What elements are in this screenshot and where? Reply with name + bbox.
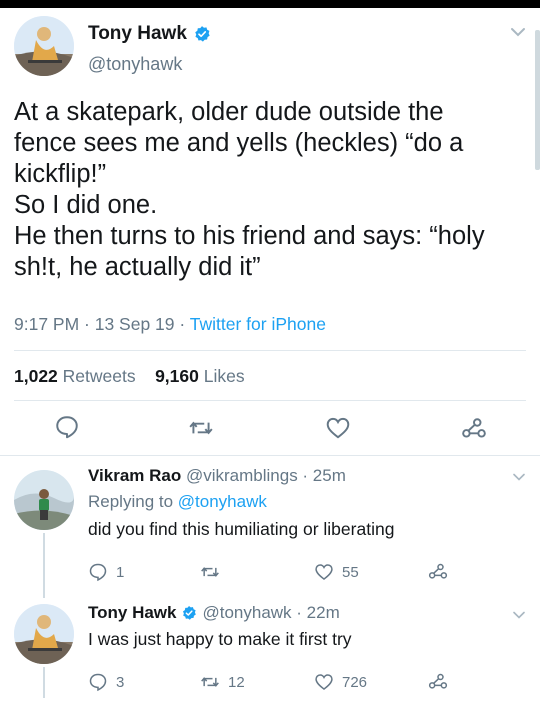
- reply-author-handle[interactable]: @tonyhawk · 22m: [202, 603, 339, 623]
- reply-icon: [89, 673, 107, 692]
- retweets-label: Retweets: [62, 366, 136, 386]
- author-name[interactable]: Tony Hawk: [88, 23, 211, 45]
- chevron-down-icon[interactable]: [512, 472, 526, 482]
- replying-to: Replying to @tonyhawk: [88, 492, 267, 512]
- share-icon[interactable]: [461, 416, 487, 442]
- thread-line: [43, 667, 45, 698]
- tweet-text-line: So I did one.: [14, 191, 158, 219]
- reply-action[interactable]: 3: [88, 672, 124, 692]
- reply-count: 3: [116, 673, 125, 691]
- tweet-source-link[interactable]: Twitter for iPhone: [190, 314, 326, 334]
- chevron-down-icon[interactable]: [510, 26, 526, 38]
- avatar[interactable]: [14, 470, 74, 530]
- share-action[interactable]: [428, 672, 456, 692]
- reply-icon[interactable]: [54, 414, 80, 440]
- verified-badge-icon: [183, 606, 197, 620]
- like-action[interactable]: 55: [314, 562, 359, 582]
- retweet-count: 12: [228, 673, 245, 691]
- divider: [14, 350, 526, 351]
- reply-count: 1: [116, 563, 125, 581]
- likes-count: 9,160: [155, 366, 199, 386]
- chevron-down-icon[interactable]: [512, 610, 526, 620]
- replying-prefix: Replying to: [88, 492, 178, 511]
- share-action[interactable]: [428, 562, 456, 582]
- like-action[interactable]: 726: [314, 672, 367, 692]
- reply-author-name[interactable]: Vikram Rao: [88, 466, 181, 485]
- tweet-text-line: At a skatepark, older dude outside the: [14, 98, 444, 126]
- retweet-action[interactable]: [200, 562, 228, 582]
- likes-label: Likes: [203, 366, 245, 386]
- retweets-stat[interactable]: 1,022 Retweets: [14, 366, 136, 386]
- retweet-icon: [201, 567, 219, 577]
- tweet-text: At a skatepark, older dude outside the f…: [14, 97, 529, 283]
- share-icon: [428, 673, 448, 689]
- reply-header: Tony Hawk @tonyhawk · 22m: [88, 603, 340, 623]
- retweet-icon: [201, 677, 219, 687]
- author-handle[interactable]: @tonyhawk: [88, 54, 182, 75]
- share-icon: [428, 563, 448, 579]
- reply-author-handle[interactable]: @vikramblings · 25m: [186, 466, 346, 485]
- avatar-image: [14, 604, 74, 664]
- divider: [0, 455, 540, 456]
- divider: [14, 400, 526, 401]
- likes-stat[interactable]: 9,160 Likes: [155, 366, 245, 386]
- reply-action[interactable]: 1: [88, 562, 124, 582]
- heart-icon[interactable]: [325, 415, 351, 441]
- avatar-image: [14, 16, 74, 76]
- thread-line: [43, 533, 45, 598]
- author-name-text[interactable]: Tony Hawk: [88, 23, 187, 45]
- verified-badge-icon: [195, 26, 210, 42]
- like-count: 726: [342, 673, 368, 691]
- tweet-meta: 9:17 PM · 13 Sep 19 · Twitter for iPhone: [14, 314, 326, 335]
- avatar[interactable]: [14, 16, 74, 76]
- replying-to-link[interactable]: @tonyhawk: [178, 492, 267, 511]
- retweets-count: 1,022: [14, 366, 58, 386]
- heart-icon: [315, 564, 333, 581]
- tweet-text-line: kickflip!”: [14, 160, 107, 188]
- retweet-icon[interactable]: [188, 415, 214, 441]
- reply-author-name[interactable]: Tony Hawk: [88, 603, 176, 623]
- tweet-text-line: sh!t, he actually did it”: [14, 253, 261, 281]
- tweet-text-line: He then turns to his friend and says: “h…: [14, 222, 485, 250]
- tweet-timestamp[interactable]: 9:17 PM · 13 Sep 19 ·: [14, 314, 190, 334]
- tweet-text-line: fence sees me and yells (heckles) “do a: [14, 129, 464, 157]
- status-bar-strip: [0, 0, 540, 8]
- like-count: 55: [342, 563, 359, 581]
- reply-text: I was just happy to make it first try: [88, 629, 352, 649]
- heart-icon: [315, 674, 333, 691]
- tweet-stats: 1,022 Retweets 9,160 Likes: [14, 366, 245, 387]
- reply-text: did you find this humiliating or liberat…: [88, 519, 395, 539]
- scrollbar[interactable]: [535, 30, 540, 170]
- reply-icon: [89, 563, 107, 582]
- retweet-action[interactable]: 12: [200, 672, 245, 692]
- avatar[interactable]: [14, 604, 74, 664]
- avatar-image: [14, 470, 74, 530]
- reply-header: Vikram Rao @vikramblings · 25m: [88, 466, 346, 486]
